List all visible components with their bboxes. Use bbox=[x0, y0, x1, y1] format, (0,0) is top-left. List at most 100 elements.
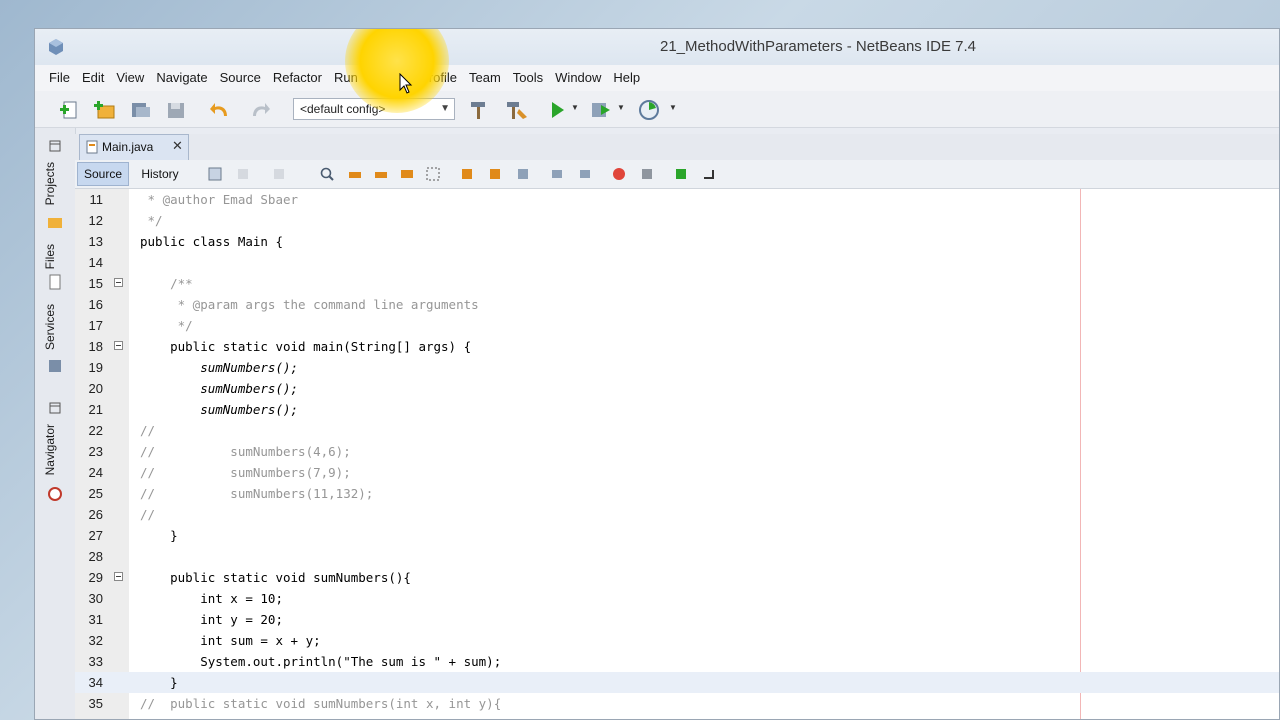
window-title: 21_MethodWithParameters - NetBeans IDE 7… bbox=[660, 38, 976, 55]
code-text: // bbox=[140, 423, 156, 438]
side-tab-projects[interactable]: Projects bbox=[43, 162, 57, 205]
profile-dropdown-icon[interactable]: ▼ bbox=[669, 103, 677, 112]
debug-icon[interactable] bbox=[589, 99, 613, 121]
last-edit-icon[interactable] bbox=[207, 166, 223, 182]
comment-icon[interactable] bbox=[673, 166, 689, 182]
forward-icon[interactable] bbox=[271, 166, 287, 182]
code-line: 33 System.out.println("The sum is " + su… bbox=[75, 651, 1279, 672]
toggle-selection-icon[interactable] bbox=[425, 166, 441, 182]
navigator-icon bbox=[48, 487, 62, 501]
profile-icon[interactable] bbox=[637, 99, 661, 121]
shift-left-icon[interactable] bbox=[549, 166, 565, 182]
code-text: // sumNumbers(11,132); bbox=[140, 486, 374, 501]
restore-window-icon[interactable] bbox=[47, 400, 63, 416]
code-text: * @param args the command line arguments bbox=[140, 297, 479, 312]
find-previous-icon[interactable] bbox=[347, 166, 363, 182]
previous-bookmark-icon[interactable] bbox=[459, 166, 475, 182]
stop-macro-icon[interactable] bbox=[639, 166, 655, 182]
line-number: 26 bbox=[88, 507, 103, 522]
menu-refactor[interactable]: Refactor bbox=[267, 65, 328, 91]
code-line-current: 34 } bbox=[75, 672, 1279, 693]
side-tab-navigator[interactable]: Navigator bbox=[43, 424, 57, 475]
line-number: 32 bbox=[88, 633, 103, 648]
redo-icon[interactable] bbox=[247, 99, 271, 121]
code-text: int sum = x + y; bbox=[140, 633, 321, 648]
line-number: 11 bbox=[89, 192, 104, 207]
line-number: 33 bbox=[88, 654, 103, 669]
code-text: // sumNumbers(4,6); bbox=[140, 444, 351, 459]
side-tab-files[interactable]: Files bbox=[43, 244, 57, 269]
code-line: 17 */ bbox=[75, 315, 1279, 336]
menu-help[interactable]: Help bbox=[607, 65, 646, 91]
open-project-icon[interactable] bbox=[129, 99, 153, 121]
code-line: 31 int y = 20; bbox=[75, 609, 1279, 630]
run-icon[interactable] bbox=[545, 99, 569, 121]
netbeans-window: 21_MethodWithParameters - NetBeans IDE 7… bbox=[34, 28, 1280, 720]
menu-profile[interactable]: Profile bbox=[414, 65, 463, 91]
clean-build-icon[interactable] bbox=[505, 99, 529, 121]
code-text: } bbox=[140, 675, 178, 690]
menu-run[interactable]: Run bbox=[328, 65, 364, 91]
configuration-select[interactable]: <default config> ▼ bbox=[293, 98, 455, 120]
line-number: 24 bbox=[88, 465, 103, 480]
line-number: 12 bbox=[88, 213, 103, 228]
code-text: public static void main(String[] args) { bbox=[140, 339, 472, 354]
code-line: 13 public class Main { bbox=[75, 231, 1279, 252]
menu-file[interactable]: File bbox=[43, 65, 76, 91]
toggle-bookmark-icon[interactable] bbox=[515, 166, 531, 182]
code-line: 18 public static void main(String[] args… bbox=[75, 336, 1279, 357]
tab-main-java[interactable]: Main.java ✕ bbox=[79, 134, 189, 160]
debug-dropdown-icon[interactable]: ▼ bbox=[617, 103, 625, 112]
code-text: System.out.println("The sum is " + sum); bbox=[140, 654, 502, 669]
search-icon[interactable] bbox=[319, 166, 335, 182]
code-line: 11 * @author Emad Sbaer bbox=[75, 189, 1279, 210]
menu-navigate[interactable]: Navigate bbox=[150, 65, 213, 91]
menu-window[interactable]: Window bbox=[549, 65, 607, 91]
menu-team[interactable]: Team bbox=[463, 65, 507, 91]
line-number: 15 bbox=[88, 276, 103, 291]
uncomment-icon[interactable] bbox=[701, 166, 717, 182]
line-number: 25 bbox=[88, 486, 103, 501]
code-text: } bbox=[140, 528, 178, 543]
code-text: // public static void sumNumbers(int x, … bbox=[140, 696, 502, 711]
new-file-icon[interactable] bbox=[59, 99, 83, 121]
code-text: * @author Emad Sbaer bbox=[140, 192, 299, 207]
code-line: 19 sumNumbers(); bbox=[75, 357, 1279, 378]
find-next-icon[interactable] bbox=[373, 166, 389, 182]
start-macro-icon[interactable] bbox=[611, 166, 627, 182]
line-number: 27 bbox=[88, 528, 103, 543]
build-hammer-icon[interactable] bbox=[467, 99, 491, 121]
code-text: */ bbox=[140, 213, 163, 228]
close-icon[interactable]: ✕ bbox=[172, 138, 183, 154]
line-number: 31 bbox=[88, 612, 103, 627]
shift-right-icon[interactable] bbox=[577, 166, 593, 182]
new-project-icon[interactable] bbox=[93, 99, 117, 121]
code-line: 27 } bbox=[75, 525, 1279, 546]
fold-toggle[interactable] bbox=[114, 278, 123, 287]
code-text: public class Main { bbox=[140, 234, 283, 249]
source-view-button[interactable]: Source bbox=[77, 162, 129, 186]
back-icon[interactable] bbox=[235, 166, 251, 182]
toggle-highlight-icon[interactable] bbox=[399, 166, 415, 182]
menu-edit[interactable]: Edit bbox=[76, 65, 110, 91]
menu-view[interactable]: View bbox=[110, 65, 150, 91]
code-editor[interactable]: 11 * @author Emad Sbaer 12 */ 13 public … bbox=[75, 189, 1279, 719]
fold-toggle[interactable] bbox=[114, 341, 123, 350]
menu-tools[interactable]: Tools bbox=[507, 65, 549, 91]
line-number: 17 bbox=[88, 318, 103, 333]
code-line: 32 int sum = x + y; bbox=[75, 630, 1279, 651]
restore-window-icon[interactable] bbox=[47, 138, 63, 154]
line-number: 28 bbox=[88, 549, 103, 564]
title-bar[interactable]: 21_MethodWithParameters - NetBeans IDE 7… bbox=[35, 29, 1279, 65]
save-all-icon[interactable] bbox=[165, 99, 189, 121]
menu-source[interactable]: Source bbox=[214, 65, 267, 91]
fold-toggle[interactable] bbox=[114, 572, 123, 581]
files-icon bbox=[49, 274, 61, 290]
line-number: 19 bbox=[88, 360, 103, 375]
history-view-button[interactable]: History bbox=[133, 162, 187, 186]
code-line: 14 bbox=[75, 252, 1279, 273]
run-dropdown-icon[interactable]: ▼ bbox=[571, 103, 579, 112]
side-tab-services[interactable]: Services bbox=[43, 304, 57, 350]
undo-icon[interactable] bbox=[209, 99, 233, 121]
next-bookmark-icon[interactable] bbox=[487, 166, 503, 182]
